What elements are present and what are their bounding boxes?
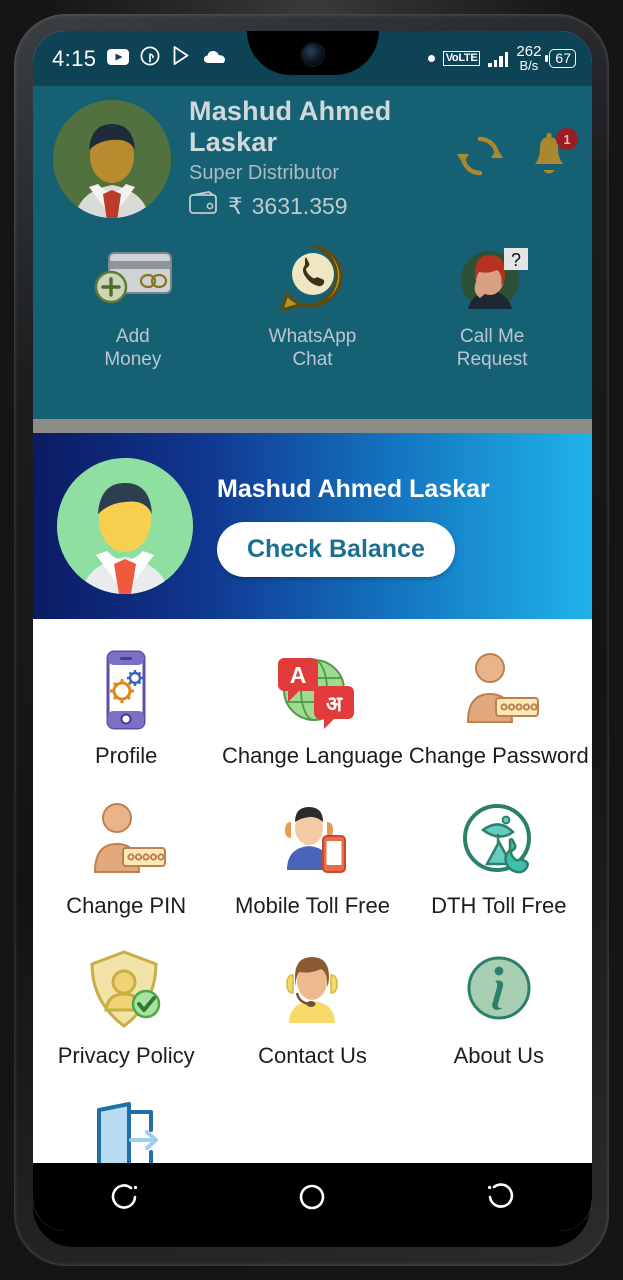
quick-action-whatsapp-chat[interactable]: WhatsApp Chat (223, 239, 403, 371)
status-time: 4:15 (52, 45, 97, 71)
signal-bars-icon (488, 51, 509, 67)
play-store-icon (171, 45, 192, 72)
currency-symbol: ₹ (228, 192, 243, 219)
quick-action-call-me-request[interactable]: ? Call Me Request (402, 239, 582, 371)
menu-item-dth-toll-free[interactable]: DTH Toll Free (406, 787, 592, 937)
contact-us-icon (221, 947, 403, 1033)
front-camera-icon (302, 44, 323, 65)
status-bar-left: 4:15 (52, 45, 227, 72)
menu-row: Privacy Policy Contact Us About Us (33, 937, 592, 1087)
menu-item-about-us[interactable]: About Us (406, 937, 592, 1087)
menu-item-label: Mobile Toll Free (235, 893, 390, 918)
menu-item-change-language[interactable]: A अ Change Language (219, 637, 405, 787)
quick-action-label-line1: Add (115, 326, 150, 347)
back-icon[interactable] (464, 1177, 534, 1217)
change-pin-icon (35, 797, 217, 883)
home-icon[interactable] (277, 1177, 347, 1217)
cloud-icon (203, 47, 227, 71)
menu-row: Profile A अ Change Language Change Passw… (33, 637, 592, 787)
svg-text:A: A (290, 662, 307, 688)
menu-item-label: About Us (453, 1043, 545, 1068)
header-user-role: Super Distributor (189, 162, 340, 184)
change-password-icon (408, 647, 590, 733)
header-avatar[interactable] (53, 99, 171, 218)
refresh-icon[interactable] (456, 132, 504, 185)
status-bar-right: VoLTE 262 B/s 67 (427, 44, 576, 73)
notification-dot-icon (427, 55, 435, 62)
header-user-row: Mashud Ahmed Laskar Super Distributor ₹ … (33, 86, 592, 221)
menu-item-label: Change PIN (66, 893, 187, 918)
settings-menu-grid: Profile A अ Change Language Change Passw… (33, 619, 592, 1221)
quick-action-add-money[interactable]: Add Money (43, 239, 223, 371)
whatsapp-chat-icon (223, 239, 403, 317)
data-speed-indicator: 262 B/s (516, 44, 541, 73)
quick-action-label-line1: WhatsApp (268, 326, 357, 347)
device-mockup: 4:15 VoLTE 262 B/s 67 Mashud Ahmed Laska… (0, 0, 623, 1280)
cast-icon (140, 46, 160, 72)
add-money-icon (43, 239, 223, 317)
menu-item-label: Profile (94, 743, 158, 768)
menu-item-label: Contact Us (258, 1043, 367, 1068)
quick-action-label-line2: Chat (292, 349, 333, 370)
svg-text:?: ? (511, 250, 521, 270)
quick-action-label-line2: Request (456, 349, 528, 370)
menu-item-mobile-toll-free[interactable]: Mobile Toll Free (219, 787, 405, 937)
quick-action-label-line2: Money (104, 349, 162, 370)
menu-item-label: Change Language (221, 743, 404, 768)
bell-icon (526, 133, 572, 184)
quick-action-label-line1: Call Me (459, 326, 525, 347)
privacy-policy-icon (35, 947, 217, 1033)
app-header: Mashud Ahmed Laskar Super Distributor ₹ … (33, 86, 592, 427)
header-wallet-balance[interactable]: ₹ 3631.359 (189, 191, 450, 221)
bell-badge-count: 1 (556, 128, 578, 150)
menu-item-change-pin[interactable]: Change PIN (33, 787, 219, 937)
data-speed-unit: B/s (519, 58, 539, 73)
recent-apps-icon[interactable] (91, 1177, 161, 1217)
menu-item-privacy-policy[interactable]: Privacy Policy (33, 937, 219, 1087)
mobile-toll-free-icon (221, 797, 403, 883)
menu-item-label: DTH Toll Free (431, 893, 567, 918)
menu-item-label: Privacy Policy (57, 1043, 195, 1068)
menu-item-change-password[interactable]: Change Password (406, 637, 592, 787)
notification-bell[interactable]: 1 (526, 128, 578, 185)
banner-content: Mashud Ahmed Laskar Check Balance (217, 475, 490, 577)
header-user-texts: Mashud Ahmed Laskar Super Distributor ₹ … (189, 96, 450, 221)
svg-text:अ: अ (326, 693, 343, 716)
wallet-icon (189, 191, 219, 221)
menu-item-profile[interactable]: Profile (33, 637, 219, 787)
check-balance-button[interactable]: Check Balance (217, 522, 455, 577)
balance-amount: 3631.359 (251, 192, 348, 219)
system-navigation-bar (33, 1163, 592, 1231)
menu-item-label: Change Password (408, 743, 589, 768)
menu-row: Change PIN Mobile Toll Free DTH Toll Fre… (33, 787, 592, 937)
banner-avatar[interactable] (57, 458, 193, 594)
status-bar: 4:15 VoLTE 262 B/s 67 (33, 31, 592, 86)
header-user-name: Mashud Ahmed Laskar (189, 96, 392, 157)
display-notch (246, 31, 379, 75)
dth-toll-free-icon (408, 797, 590, 883)
phone-screen: 4:15 VoLTE 262 B/s 67 Mashud Ahmed Laska… (33, 31, 592, 1231)
profile-settings-icon (35, 647, 217, 733)
battery-indicator: 67 (545, 49, 576, 68)
menu-item-contact-us[interactable]: Contact Us (219, 937, 405, 1087)
call-me-request-icon: ? (402, 239, 582, 317)
quick-actions-row: Add Money WhatsApp Chat ? Call Me Reques… (33, 221, 592, 371)
volte-indicator: VoLTE (442, 51, 481, 66)
profile-banner: Mashud Ahmed Laskar Check Balance (33, 433, 592, 619)
youtube-icon (107, 47, 130, 71)
header-divider-strip (33, 419, 592, 433)
header-actions: 1 (456, 128, 578, 185)
about-us-icon (408, 947, 590, 1033)
banner-user-name: Mashud Ahmed Laskar (217, 475, 490, 503)
change-language-icon: A अ (221, 647, 403, 733)
